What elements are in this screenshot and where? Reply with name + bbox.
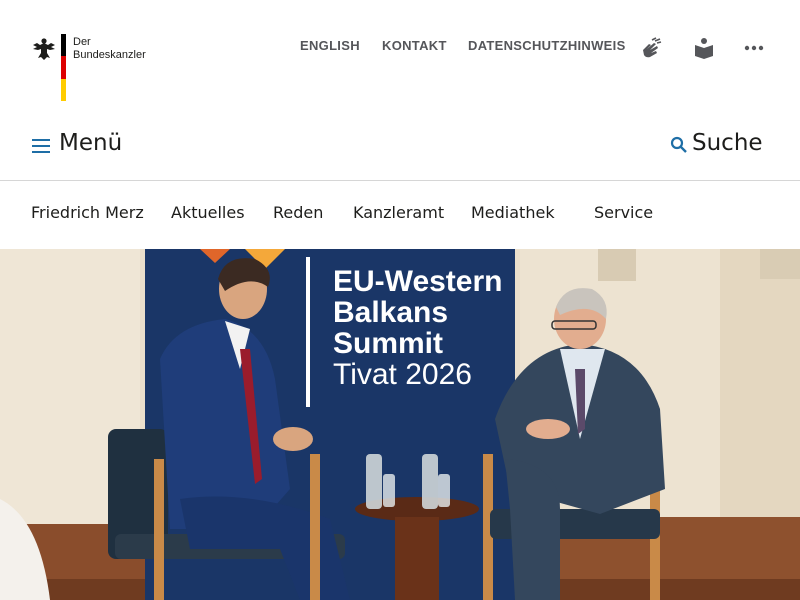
sign-language-icon[interactable] <box>640 36 664 60</box>
header: Der Bundeskanzler ENGLISH KONTAKT DATENS… <box>0 0 800 120</box>
link-english[interactable]: ENGLISH <box>300 38 360 53</box>
link-kontakt[interactable]: KONTAKT <box>382 38 447 53</box>
logo-line-1: Der <box>73 36 91 48</box>
main-nav: Friedrich Merz Aktuelles Reden Kanzleram… <box>0 181 800 249</box>
german-flag-bar <box>61 34 66 101</box>
logo-line-2: Bundeskanzler <box>73 49 146 61</box>
banner-line-3: Summit <box>333 327 444 360</box>
nav-item-reden[interactable]: Reden <box>273 203 323 222</box>
hero-photo[interactable]: EU-Western Balkans Summit Tivat 2026 <box>0 249 800 600</box>
link-datenschutzhinweis[interactable]: DATENSCHUTZHINWEIS <box>468 38 626 53</box>
nav-item-friedrich-merz[interactable]: Friedrich Merz <box>31 203 144 222</box>
nav-item-mediathek[interactable]: Mediathek <box>471 203 555 222</box>
menu-label: Menü <box>59 130 123 156</box>
banner-text: EU-Western Balkans Summit Tivat 2026 <box>333 266 502 390</box>
federal-eagle-icon <box>33 38 55 60</box>
search-button[interactable]: Suche <box>670 130 770 160</box>
more-icon[interactable] <box>742 36 766 60</box>
hamburger-icon <box>32 139 50 153</box>
nav-item-aktuelles[interactable]: Aktuelles <box>171 203 245 222</box>
search-label: Suche <box>692 130 763 156</box>
nav-item-service[interactable]: Service <box>594 203 653 222</box>
nav-item-kanzleramt[interactable]: Kanzleramt <box>353 203 444 222</box>
banner-line-4: Tivat 2026 <box>333 358 472 391</box>
banner-line-2: Balkans <box>333 296 449 329</box>
search-icon <box>670 136 687 153</box>
easy-language-icon[interactable] <box>692 36 716 60</box>
banner-line-1: EU-Western <box>333 265 503 298</box>
logo-text: Der Bundeskanzler <box>73 36 146 62</box>
